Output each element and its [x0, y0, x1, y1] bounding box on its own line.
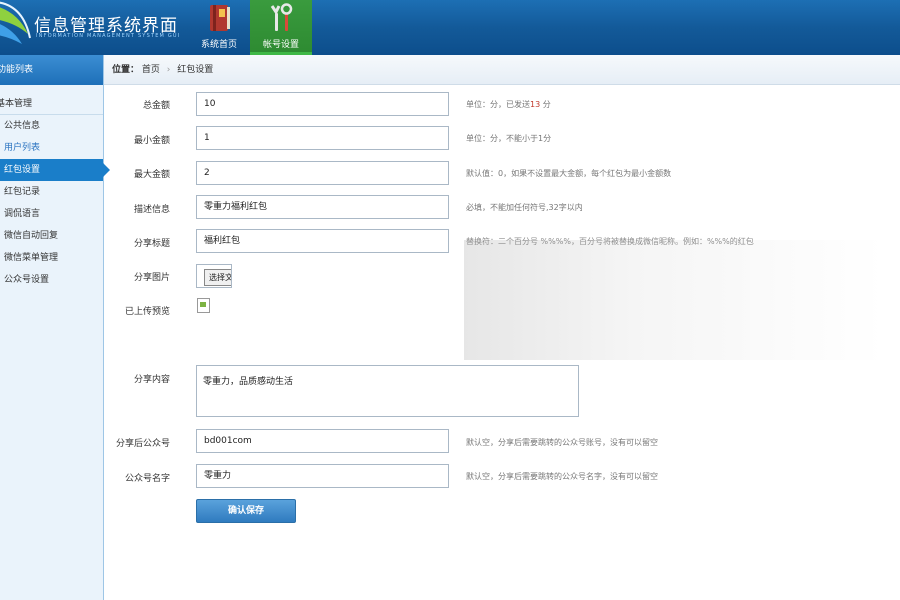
sidebar-item-tease-language[interactable]: 调侃语言 — [0, 203, 103, 225]
share-image-file-input[interactable]: 选择文件 — [196, 264, 232, 288]
min-amount-hint: 单位：分，不能小于1分 — [466, 134, 552, 143]
sidebar-title: 功能列表 — [0, 55, 103, 85]
share-title-label: 分享标题 — [133, 239, 170, 249]
account-name-hint: 默认空，分享后需要跳转的公众号名字，没有可以留空 — [466, 472, 658, 481]
sidebar-group-basic[interactable]: 基本管理 — [0, 93, 103, 115]
account-name-label: 公众号名字 — [124, 474, 170, 484]
top-header: 信息管理系统界面 INFORMATION MANAGEMENT SYSTEM G… — [0, 0, 900, 55]
description-label: 描述信息 — [133, 205, 170, 215]
after-share-account-label: 分享后公众号 — [115, 439, 170, 449]
save-button[interactable]: 确认保存 — [196, 499, 296, 523]
breadcrumb-current: 红包设置 — [177, 65, 214, 75]
breadcrumb: 位置： 首页 › 红包设置 — [104, 55, 900, 85]
share-title-input[interactable]: 福利红包 — [196, 229, 449, 253]
sent-amount: 13 — [530, 100, 541, 109]
preview-label: 已上传预览 — [124, 307, 170, 317]
share-image-label: 分享图片 — [133, 273, 170, 283]
total-amount-hint: 单位：分，已发送13 分 — [466, 100, 551, 109]
broken-image-icon — [197, 298, 210, 313]
book-icon — [210, 5, 230, 31]
sidebar-item-account-settings[interactable]: 公众号设置 — [0, 269, 103, 291]
min-amount-label: 最小金额 — [133, 136, 170, 146]
nav-tab-home[interactable]: 系统首页 — [188, 0, 250, 55]
description-input[interactable]: 零重力福利红包 — [196, 195, 449, 219]
sidebar-item-user-list[interactable]: 用户列表 — [0, 137, 103, 159]
share-content-textarea[interactable]: 零重力，品质感动生活 — [196, 365, 579, 417]
total-amount-label: 总金额 — [142, 101, 170, 111]
max-amount-hint: 默认值：0，如果不设置最大金额，每个红包为最小金额数 — [466, 169, 672, 178]
nav-tab-home-label: 系统首页 — [200, 40, 237, 50]
max-amount-input[interactable]: 2 — [196, 161, 449, 185]
account-name-input[interactable]: 零重力 — [196, 464, 449, 488]
description-hint: 必填，不能加任何符号,32字以内 — [466, 203, 583, 212]
share-content-label: 分享内容 — [133, 375, 170, 385]
tools-icon — [270, 3, 293, 31]
share-title-hint: 替换符：二个百分号 %%%%，百分号将被替换成微信昵称。例如：%%%的红包 — [466, 237, 754, 246]
sidebar-item-wechat-menu[interactable]: 微信菜单管理 — [0, 247, 103, 269]
nav-tab-account-settings[interactable]: 帐号设置 — [250, 0, 312, 55]
globe-logo-icon — [0, 1, 31, 44]
after-share-account-hint: 默认空，分享后需要跳转的公众号账号，没有可以留空 — [466, 438, 658, 447]
nav-tab-account-settings-label: 帐号设置 — [262, 40, 299, 50]
min-amount-input[interactable]: 1 — [196, 126, 449, 150]
sidebar: 功能列表 基本管理 公共信息 用户列表 红包设置 红包记录 调侃语言 微信自动回… — [0, 55, 110, 600]
breadcrumb-home[interactable]: 首页 — [142, 65, 160, 75]
sidebar-item-redpacket-settings[interactable]: 红包设置 — [0, 159, 110, 181]
logo: 信息管理系统界面 INFORMATION MANAGEMENT SYSTEM G… — [0, 0, 190, 55]
choose-file-button[interactable]: 选择文件 — [204, 269, 231, 286]
breadcrumb-separator: › — [166, 65, 171, 75]
total-amount-input[interactable]: 10 — [196, 92, 449, 116]
sidebar-item-wechat-autoreply[interactable]: 微信自动回复 — [0, 225, 103, 247]
after-share-account-input[interactable]: bd001com — [196, 429, 449, 453]
app-subtitle: INFORMATION MANAGEMENT SYSTEM GUI — [36, 33, 181, 39]
max-amount-label: 最大金额 — [133, 170, 170, 180]
sidebar-item-public-info[interactable]: 公共信息 — [0, 115, 103, 137]
sidebar-item-redpacket-records[interactable]: 红包记录 — [0, 181, 103, 203]
breadcrumb-prefix: 位置： — [112, 65, 140, 75]
blurred-overlay — [464, 240, 884, 360]
